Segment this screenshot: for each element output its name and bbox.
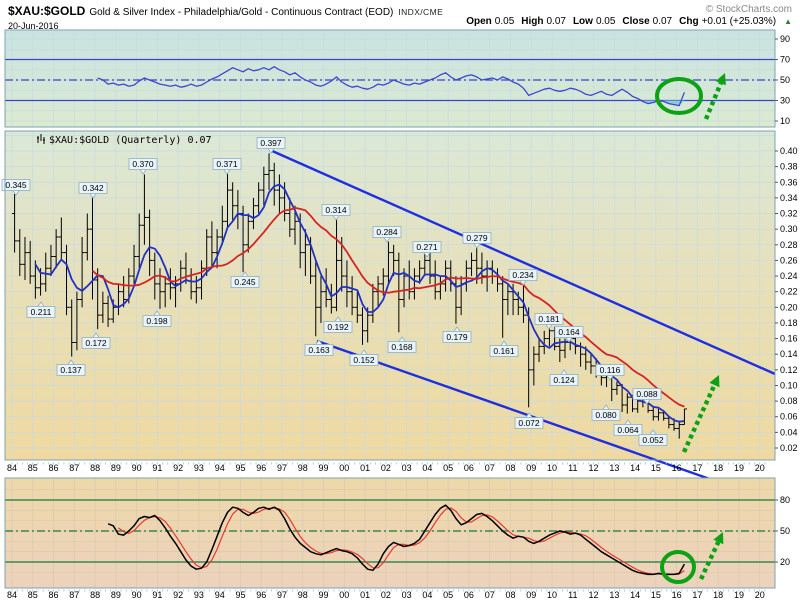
svg-text:0.181: 0.181 (538, 314, 560, 324)
chart-canvas: 90 70 50 30 10 0.345 0.342 0.370 0.371 0.397 0.314… (0, 0, 800, 601)
svg-text:90: 90 (780, 34, 790, 44)
svg-text:0.18: 0.18 (780, 318, 798, 328)
rsi-panel-background (5, 30, 775, 127)
chart-type-icon (36, 134, 46, 144)
svg-text:0.314: 0.314 (325, 205, 347, 215)
svg-text:0.28: 0.28 (780, 240, 798, 250)
svg-text:0.36: 0.36 (780, 177, 798, 187)
svg-text:30: 30 (780, 96, 790, 106)
svg-text:0.198: 0.198 (146, 316, 168, 326)
svg-text:0.161: 0.161 (493, 346, 515, 356)
svg-text:0.279: 0.279 (466, 233, 488, 243)
svg-text:0.234: 0.234 (512, 270, 534, 280)
svg-text:0.164: 0.164 (558, 327, 580, 337)
svg-text:0.052: 0.052 (642, 435, 664, 445)
svg-text:0.02: 0.02 (780, 443, 798, 453)
svg-text:0.30: 0.30 (780, 224, 798, 234)
svg-text:0.10: 0.10 (780, 380, 798, 390)
svg-text:0.168: 0.168 (391, 342, 413, 352)
svg-text:0.152: 0.152 (353, 355, 375, 365)
svg-text:50: 50 (780, 75, 790, 85)
y-axis-labels: 0.40 0.38 0.36 0.34 0.32 0.30 0.28 0.26 0.24 0.22… (775, 146, 798, 453)
svg-text:0.04: 0.04 (780, 427, 798, 437)
stockcharts-chart-page: $XAU:$GOLDGold & Silver Index - Philadel… (0, 0, 800, 601)
svg-text:0.16: 0.16 (780, 334, 798, 344)
svg-text:0.08: 0.08 (780, 396, 798, 406)
svg-text:10: 10 (780, 116, 790, 126)
svg-text:0.172: 0.172 (85, 338, 107, 348)
svg-text:0.116: 0.116 (600, 365, 621, 375)
svg-text:0.211: 0.211 (31, 307, 52, 317)
svg-text:0.20: 0.20 (780, 302, 798, 312)
svg-text:0.124: 0.124 (553, 375, 575, 385)
main-panel-title: $XAU:$GOLD (Quarterly) 0.07 (36, 134, 212, 146)
svg-text:70: 70 (780, 55, 790, 65)
svg-text:0.271: 0.271 (416, 242, 438, 252)
svg-text:0.080: 0.080 (595, 410, 617, 420)
svg-text:20: 20 (780, 557, 790, 567)
svg-text:0.370: 0.370 (132, 159, 154, 169)
svg-text:0.22: 0.22 (780, 287, 798, 297)
svg-text:0.06: 0.06 (780, 412, 798, 422)
svg-text:0.38: 0.38 (780, 162, 798, 172)
svg-text:0.12: 0.12 (780, 365, 798, 375)
stoch-panel-background (5, 478, 775, 588)
svg-text:0.34: 0.34 (780, 193, 798, 203)
x-axis-labels-main: 8485868788899091929394959697989900010203… (7, 463, 765, 474)
svg-text:0.179: 0.179 (446, 332, 468, 342)
x-axis-labels-bottom: 8485868788899091929394959697989900010203… (7, 590, 765, 601)
svg-text:50: 50 (780, 526, 790, 536)
svg-text:0.192: 0.192 (327, 322, 349, 332)
svg-text:0.342: 0.342 (82, 183, 104, 193)
svg-text:0.245: 0.245 (234, 277, 256, 287)
svg-text:0.163: 0.163 (308, 345, 330, 355)
svg-text:80: 80 (780, 495, 790, 505)
svg-text:0.397: 0.397 (260, 138, 282, 148)
svg-text:0.24: 0.24 (780, 271, 798, 281)
svg-text:0.284: 0.284 (376, 227, 398, 237)
svg-text:0.40: 0.40 (780, 146, 798, 156)
svg-text:0.088: 0.088 (636, 389, 658, 399)
svg-text:0.137: 0.137 (60, 365, 82, 375)
svg-text:0.32: 0.32 (780, 209, 798, 219)
svg-text:0.26: 0.26 (780, 255, 798, 265)
svg-text:0.371: 0.371 (216, 159, 238, 169)
svg-text:0.064: 0.064 (617, 425, 639, 435)
price-panel-background (5, 131, 775, 460)
y-axis-labels: 80 50 20 (775, 495, 790, 567)
svg-text:0.14: 0.14 (780, 349, 798, 359)
svg-text:0.072: 0.072 (518, 418, 540, 428)
y-axis-labels: 90 70 50 30 10 (775, 34, 790, 126)
main-panel-title-text: $XAU:$GOLD (Quarterly) 0.07 (49, 135, 212, 146)
svg-text:0.345: 0.345 (5, 180, 27, 190)
